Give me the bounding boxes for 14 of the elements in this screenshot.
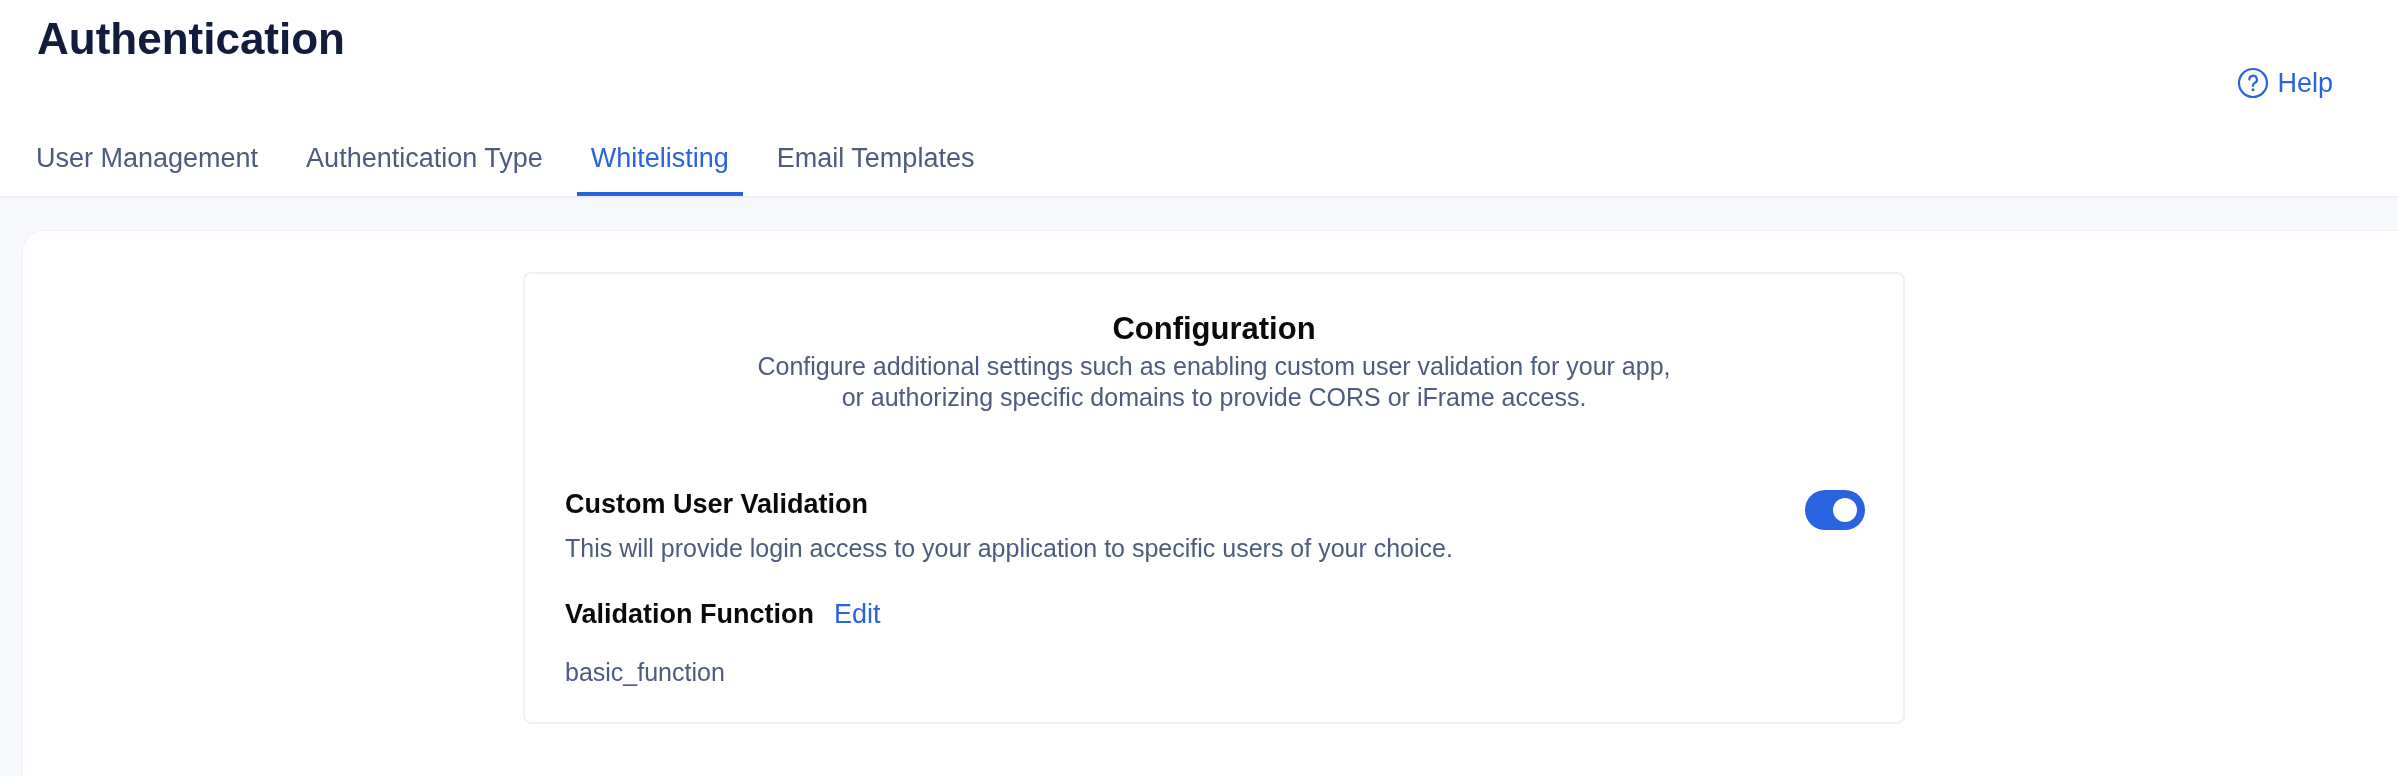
card-description: Configure additional settings such as enabling custom user validation for your app, or authorizing specific domains to provide CORS or iFrame access.: [756, 351, 1672, 414]
field-label: Validation Function: [565, 597, 814, 631]
tab[interactable]: User Management: [22, 124, 273, 196]
help-icon: [2237, 67, 2270, 99]
setting-description: This will provide login access to your application to specific users of your choice.: [565, 533, 1453, 565]
edit-link[interactable]: Edit: [834, 593, 881, 635]
page-title: Authentication: [37, 13, 345, 65]
card-title: Configuration: [1111, 310, 1317, 348]
tab[interactable]: Email Templates: [762, 124, 989, 196]
tab[interactable]: Authentication Type: [292, 124, 557, 196]
function-name: basic_function: [565, 657, 726, 689]
setting-title: Custom User Validation: [565, 487, 870, 521]
toggle-switch[interactable]: [1805, 489, 1865, 530]
help-link[interactable]: Help: [2237, 42, 2333, 124]
